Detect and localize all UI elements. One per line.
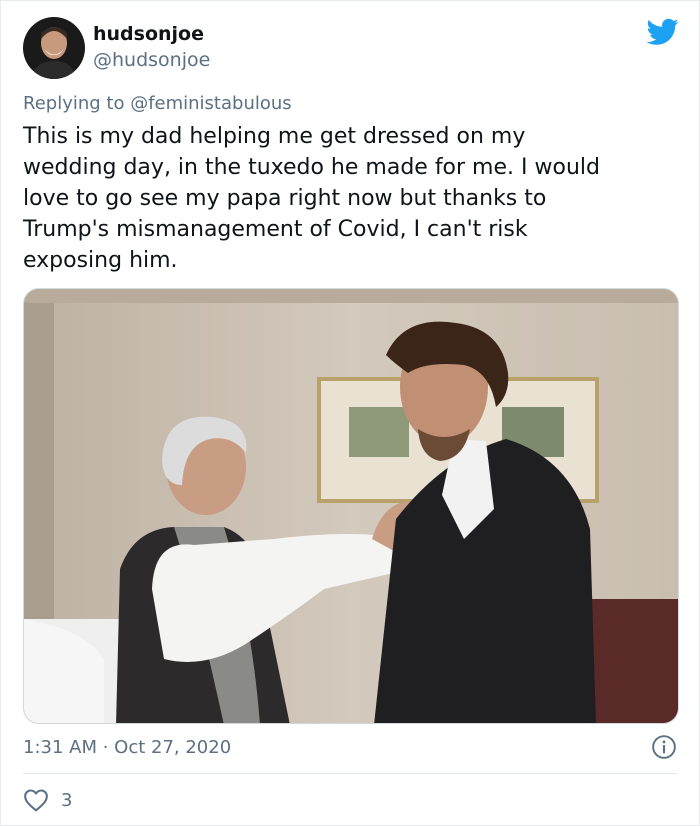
info-icon[interactable] bbox=[651, 734, 677, 760]
twitter-bird-icon[interactable] bbox=[647, 18, 679, 46]
divider bbox=[23, 773, 677, 774]
like-count: 3 bbox=[61, 789, 73, 811]
display-name[interactable]: hudsonjoe bbox=[93, 23, 204, 45]
user-handle[interactable]: @hudsonjoe bbox=[93, 49, 210, 71]
reply-prefix: Replying to bbox=[23, 93, 131, 114]
like-button[interactable]: 3 bbox=[23, 787, 72, 813]
heart-icon bbox=[24, 789, 48, 812]
avatar[interactable] bbox=[23, 17, 85, 79]
tweet-photo[interactable] bbox=[23, 288, 679, 724]
tweet-card: hudsonjoe @hudsonjoe Replying to @femini… bbox=[0, 0, 700, 826]
reply-to-link[interactable]: @feministabulous bbox=[130, 93, 291, 114]
reply-context: Replying to @feministabulous bbox=[23, 93, 292, 114]
tweet-text: This is my dad helping me get dressed on… bbox=[23, 124, 600, 273]
tweet-timestamp[interactable]: 1:31 AM · Oct 27, 2020 bbox=[23, 737, 231, 758]
